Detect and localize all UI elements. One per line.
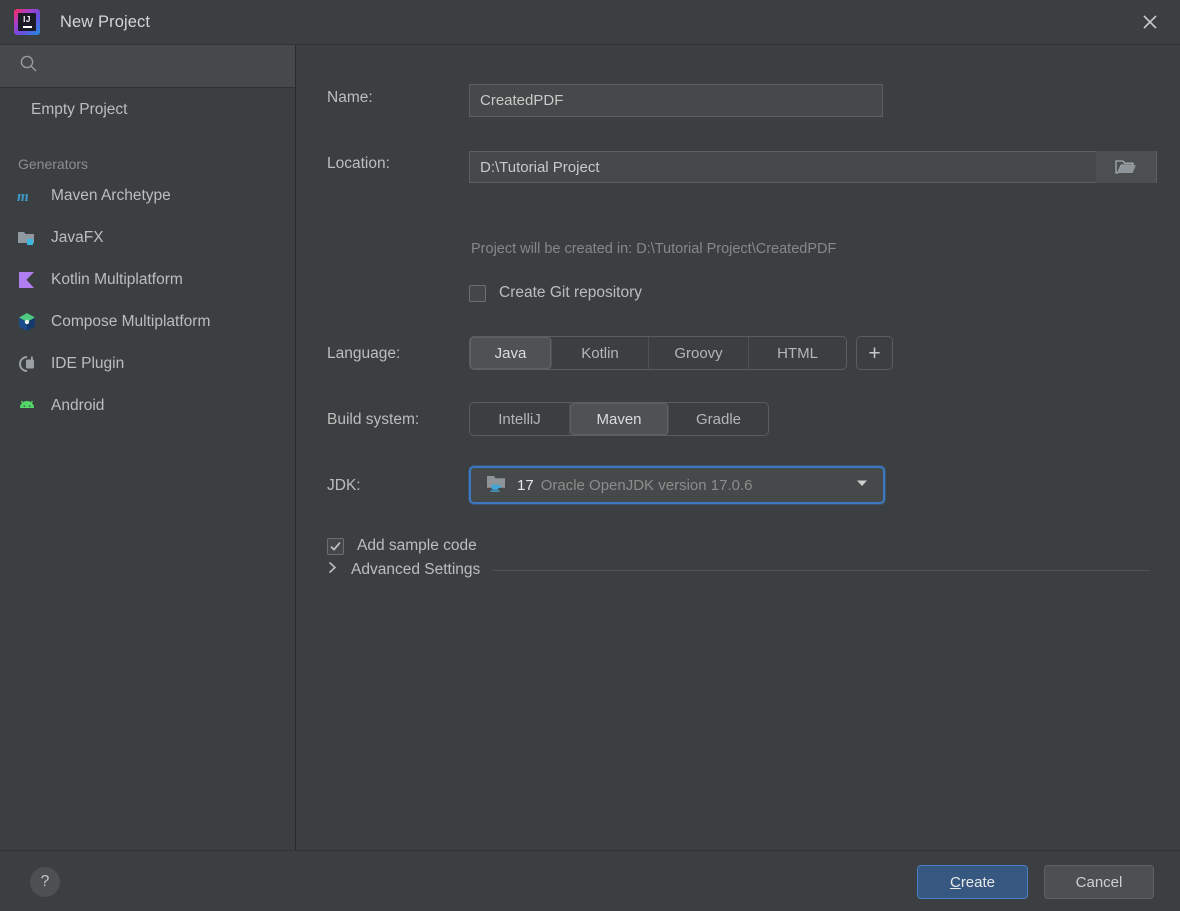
plus-icon: + [868, 341, 881, 365]
footer: ? Create Cancel [0, 850, 1180, 911]
sidebar-item-android[interactable]: Android [0, 385, 295, 427]
cancel-button-label: Cancel [1075, 873, 1123, 891]
main-panel: Name: Location: Project will be created … [296, 45, 1180, 850]
create-button[interactable]: Create [917, 865, 1028, 899]
jdk-dropdown[interactable]: 17 Oracle OpenJDK version 17.0.6 [469, 466, 885, 504]
add-language-button[interactable]: + [856, 336, 893, 370]
advanced-settings-label: Advanced Settings [351, 561, 481, 578]
chevron-down-icon[interactable] [854, 475, 870, 496]
jdk-label: JDK: [327, 477, 361, 494]
help-icon[interactable]: ? [30, 867, 60, 897]
advanced-settings-toggle[interactable]: Advanced Settings [326, 560, 1150, 580]
close-icon[interactable] [1120, 0, 1180, 44]
location-hint: Project will be created in: D:\Tutorial … [471, 241, 837, 257]
name-label: Name: [327, 89, 373, 106]
build-system-segmented-control: IntelliJ Maven Gradle [469, 402, 769, 436]
new-project-dialog: IJ New Project New Project Empty [0, 0, 1180, 911]
android-icon [16, 395, 38, 417]
location-input[interactable] [469, 151, 1157, 183]
create-git-repository-label: Create Git repository [499, 284, 642, 301]
build-system-label: Build system: [327, 411, 420, 428]
language-segmented-control: Java Kotlin Groovy HTML [469, 336, 847, 370]
language-option-kotlin[interactable]: Kotlin [552, 337, 649, 369]
help-label: ? [40, 873, 50, 890]
sidebar-item-compose-multiplatform[interactable]: Compose Multiplatform [0, 301, 295, 343]
search-box[interactable] [0, 45, 295, 88]
generators-header: Generators [18, 156, 89, 172]
sidebar-item-empty-project[interactable]: Empty Project [0, 88, 295, 131]
language-option-groovy[interactable]: Groovy [649, 337, 749, 369]
intellij-idea-logo-icon: IJ [14, 9, 40, 35]
jdk-folder-icon [486, 473, 508, 498]
generator-label: Maven Archetype [51, 187, 171, 204]
jdk-description: Oracle OpenJDK version 17.0.6 [540, 476, 753, 494]
sidebar-item-label: Empty Project [31, 100, 128, 118]
sidebar-item-maven-archetype[interactable]: m Maven Archetype [0, 175, 295, 217]
cancel-button[interactable]: Cancel [1044, 865, 1154, 899]
create-button-mnemonic: C [949, 873, 961, 891]
sidebar: New Project Empty Project Generators m M… [0, 45, 295, 850]
add-sample-code-label: Add sample code [357, 537, 477, 554]
add-sample-code-row[interactable]: Add sample code [327, 537, 477, 555]
location-label: Location: [327, 155, 390, 172]
compose-icon [16, 311, 38, 333]
create-git-repository-row[interactable]: Create Git repository [469, 284, 642, 302]
maven-icon: m [16, 185, 38, 207]
javafx-icon [16, 227, 38, 249]
search-icon [19, 54, 38, 78]
generator-label: Kotlin Multiplatform [51, 271, 183, 288]
jdk-version: 17 [517, 476, 534, 494]
search-input[interactable] [48, 58, 258, 74]
folder-open-icon[interactable] [1096, 151, 1156, 183]
language-label: Language: [327, 345, 401, 362]
create-button-label: reate [960, 873, 996, 891]
svg-text:m: m [17, 189, 29, 205]
build-option-gradle[interactable]: Gradle [669, 403, 768, 435]
name-input[interactable] [469, 84, 883, 117]
add-sample-code-checkbox[interactable] [327, 537, 344, 555]
language-option-java[interactable]: Java [470, 337, 552, 369]
generator-label: Compose Multiplatform [51, 313, 211, 330]
window-title: New Project [60, 12, 151, 31]
build-option-intellij[interactable]: IntelliJ [470, 403, 570, 435]
plugin-icon [16, 353, 38, 375]
generator-label: JavaFX [51, 229, 104, 246]
advanced-settings-divider [493, 569, 1150, 571]
build-option-maven[interactable]: Maven [570, 403, 669, 435]
generator-label: Android [51, 397, 105, 414]
kotlin-icon [16, 269, 38, 291]
sidebar-item-ide-plugin[interactable]: IDE Plugin [0, 343, 295, 385]
create-git-repository-checkbox[interactable] [469, 284, 486, 302]
sidebar-item-javafx[interactable]: JavaFX [0, 217, 295, 259]
language-option-html[interactable]: HTML [749, 337, 846, 369]
chevron-right-icon [326, 560, 339, 580]
sidebar-item-kotlin-multiplatform[interactable]: Kotlin Multiplatform [0, 259, 295, 301]
generator-label: IDE Plugin [51, 355, 125, 372]
title-bar: IJ New Project [0, 0, 1180, 45]
